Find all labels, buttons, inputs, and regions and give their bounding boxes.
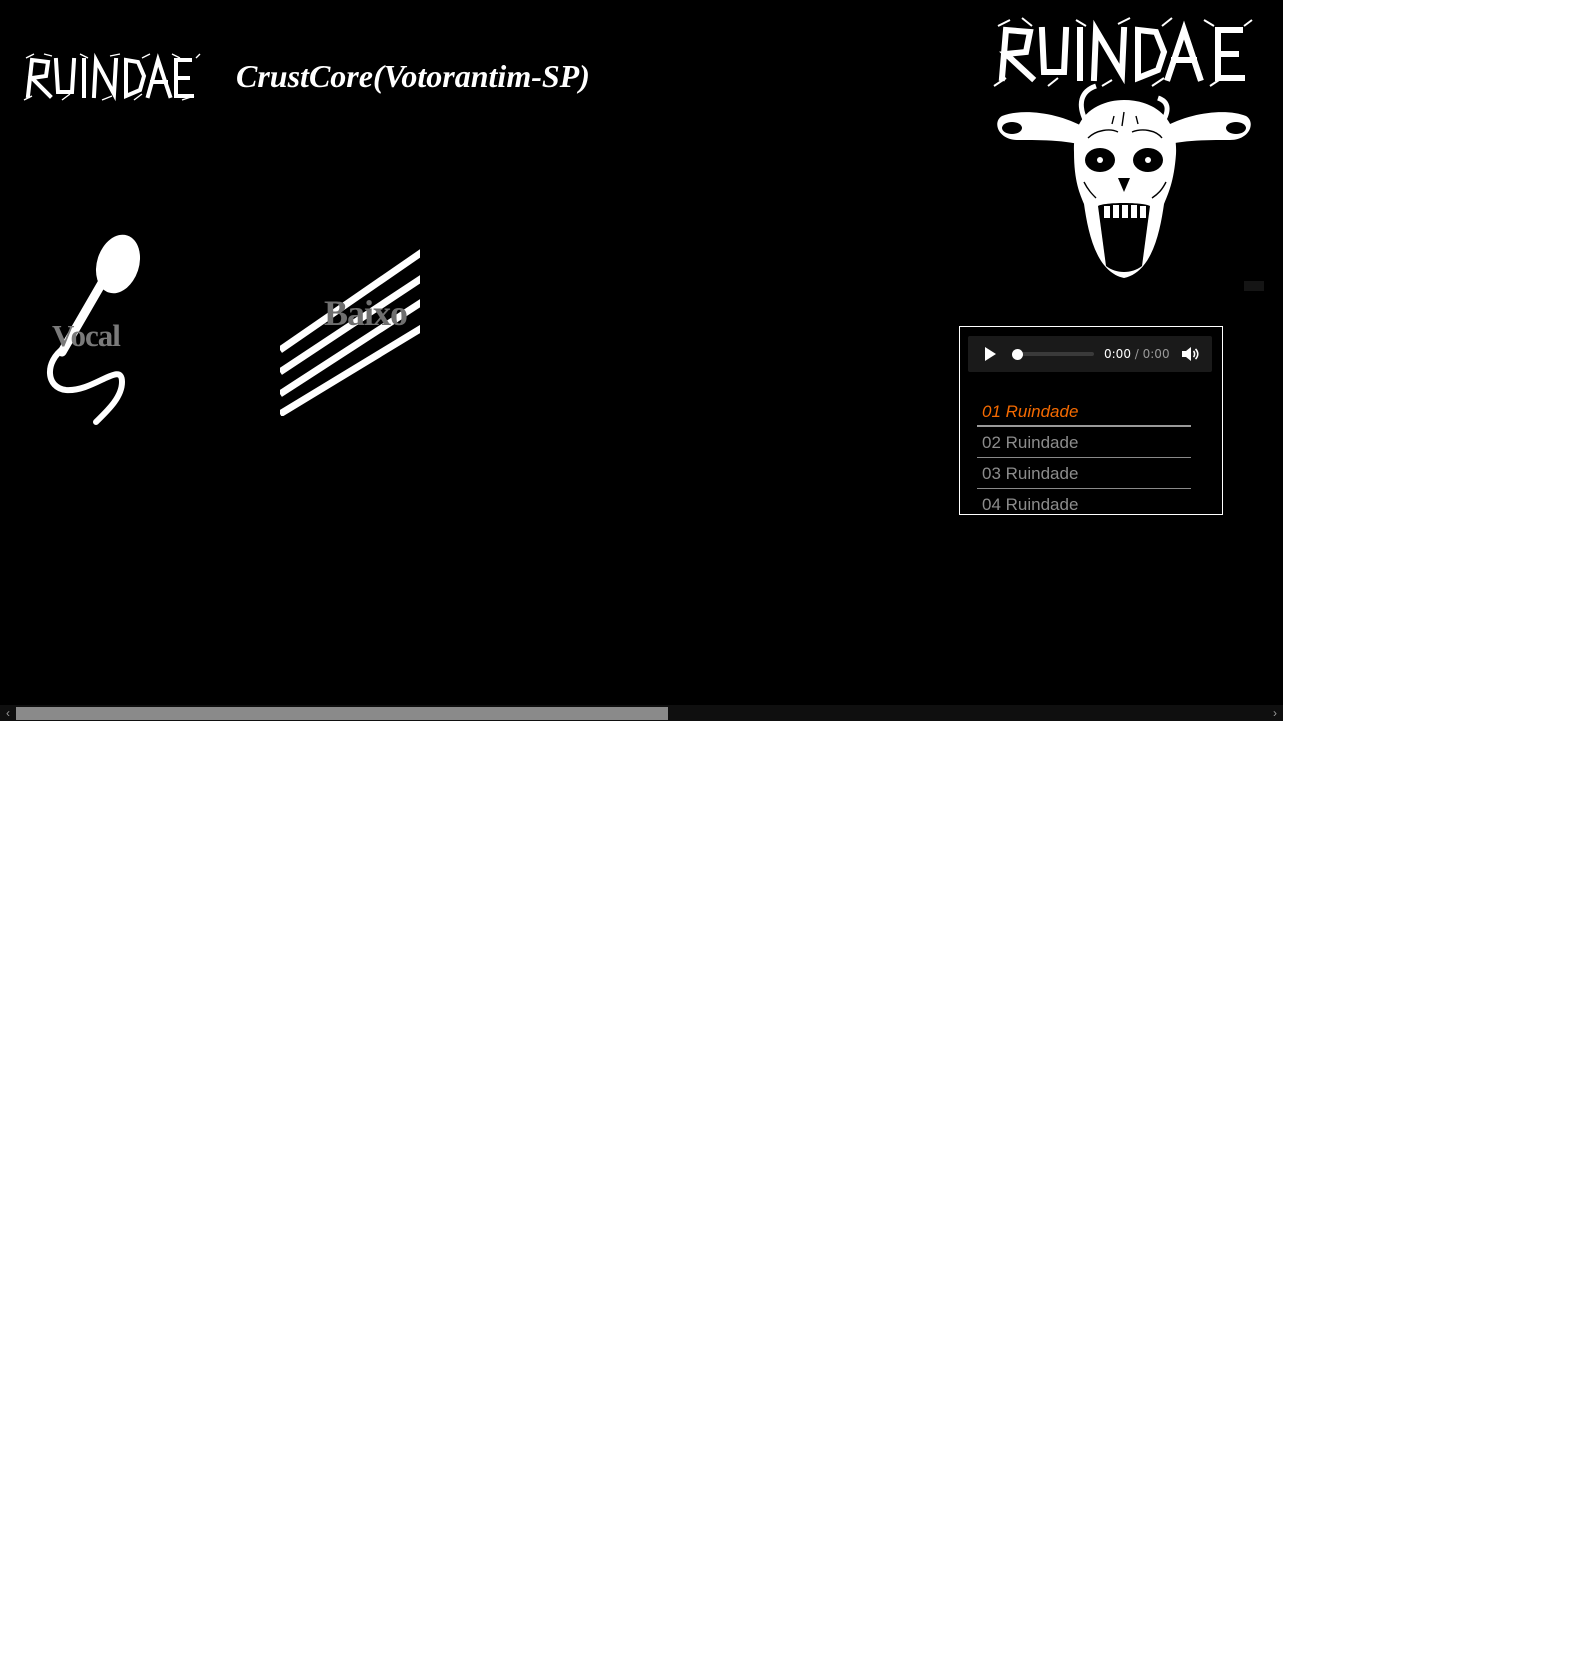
image-corner-mark	[1244, 281, 1264, 291]
page-title: CrustCore(Votorantim-SP)	[236, 58, 590, 94]
track-item[interactable]: 03 Ruindade	[977, 459, 1191, 489]
play-icon[interactable]	[980, 345, 998, 363]
page-canvas: CrustCore(Votorantim-SP) Vocal Baixo 0:0…	[0, 0, 1283, 721]
horizontal-scrollbar[interactable]: ‹ ›	[0, 705, 1283, 721]
duration: 0:00	[1142, 347, 1170, 361]
seek-thumb[interactable]	[1012, 349, 1023, 360]
track-list: 01 Ruindade 02 Ruindade 03 Ruindade 04 R…	[977, 397, 1191, 514]
scroll-left-arrow[interactable]: ‹	[0, 705, 16, 721]
current-time: 0:00	[1104, 347, 1131, 361]
band-logo-small	[23, 52, 201, 102]
scroll-thumb[interactable]	[16, 707, 668, 720]
audio-player-box: 0:00 / 0:00 01 Ruindade 02 Ruindade 03 R…	[959, 326, 1223, 515]
track-item[interactable]: 04 Ruindade	[977, 490, 1191, 514]
audio-controls: 0:00 / 0:00	[968, 336, 1212, 372]
scroll-right-arrow[interactable]: ›	[1267, 705, 1283, 721]
time-separator: /	[1130, 347, 1143, 361]
band-logo-large	[993, 17, 1253, 87]
vocal-label: Vocal	[52, 318, 121, 353]
volume-icon[interactable]	[1180, 345, 1200, 363]
seek-bar[interactable]	[1018, 352, 1094, 356]
track-item[interactable]: 01 Ruindade	[977, 397, 1191, 427]
skull-illustration	[997, 83, 1251, 278]
time-readout: 0:00 / 0:00	[1104, 347, 1170, 361]
track-item[interactable]: 02 Ruindade	[977, 428, 1191, 458]
bass-label: Baixo	[324, 293, 408, 333]
